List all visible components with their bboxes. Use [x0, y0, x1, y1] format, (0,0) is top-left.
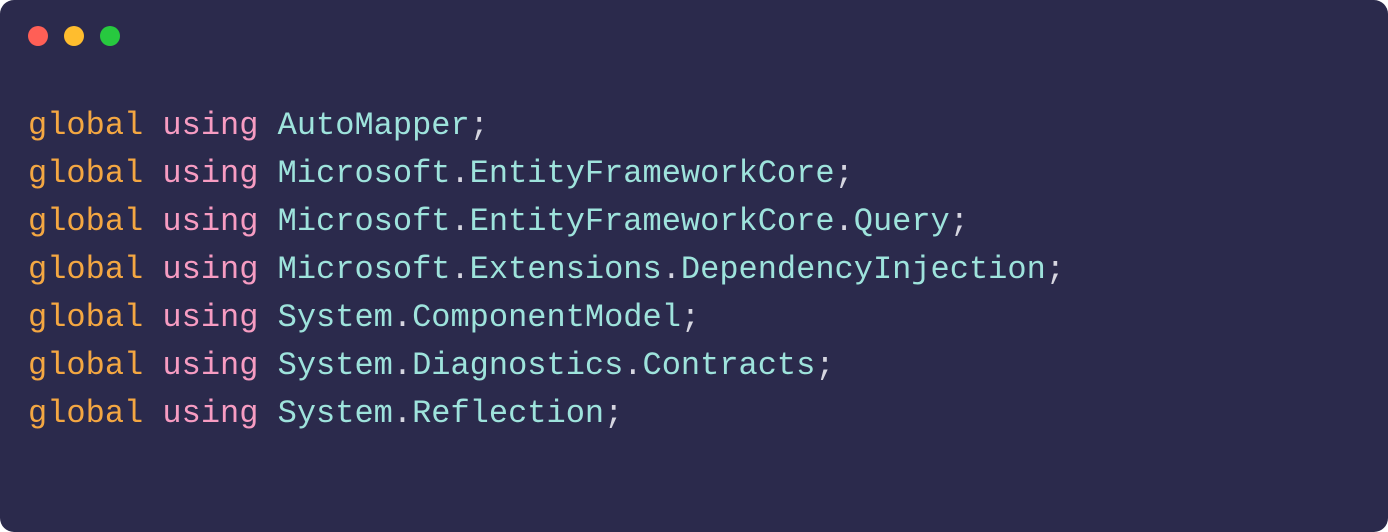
semicolon-punct: ; [950, 203, 969, 240]
code-line: global using System.Diagnostics.Contract… [28, 342, 1360, 390]
keyword-global: global [28, 107, 143, 144]
namespace-segment: ComponentModel [412, 299, 681, 336]
namespace-segment: System [278, 299, 393, 336]
code-line: global using Microsoft.EntityFrameworkCo… [28, 198, 1360, 246]
keyword-global: global [28, 395, 143, 432]
keyword-global: global [28, 203, 143, 240]
namespace-segment: Query [854, 203, 950, 240]
namespace-segment: Microsoft [278, 155, 451, 192]
close-icon[interactable] [28, 26, 48, 46]
dot-punct: . [393, 395, 412, 432]
namespace-segment: Extensions [470, 251, 662, 288]
semicolon-punct: ; [1046, 251, 1065, 288]
code-window: global using AutoMapper;global using Mic… [0, 0, 1388, 532]
maximize-icon[interactable] [100, 26, 120, 46]
keyword-using: using [162, 299, 258, 336]
code-line: global using AutoMapper; [28, 102, 1360, 150]
code-line: global using System.ComponentModel; [28, 294, 1360, 342]
namespace-segment: AutoMapper [278, 107, 470, 144]
namespace-segment: Contracts [643, 347, 816, 384]
keyword-using: using [162, 155, 258, 192]
dot-punct: . [450, 155, 469, 192]
semicolon-punct: ; [604, 395, 623, 432]
dot-punct: . [623, 347, 642, 384]
code-line: global using Microsoft.EntityFrameworkCo… [28, 150, 1360, 198]
keyword-global: global [28, 251, 143, 288]
namespace-segment: System [278, 395, 393, 432]
code-line: global using System.Reflection; [28, 390, 1360, 438]
keyword-using: using [162, 347, 258, 384]
keyword-using: using [162, 107, 258, 144]
namespace-segment: EntityFrameworkCore [470, 155, 835, 192]
keyword-global: global [28, 347, 143, 384]
namespace-segment: System [278, 347, 393, 384]
semicolon-punct: ; [681, 299, 700, 336]
minimize-icon[interactable] [64, 26, 84, 46]
code-line: global using Microsoft.Extensions.Depend… [28, 246, 1360, 294]
keyword-using: using [162, 395, 258, 432]
dot-punct: . [393, 347, 412, 384]
namespace-segment: DependencyInjection [681, 251, 1046, 288]
keyword-using: using [162, 203, 258, 240]
keyword-using: using [162, 251, 258, 288]
code-block: global using AutoMapper;global using Mic… [0, 72, 1388, 438]
titlebar [0, 0, 1388, 72]
namespace-segment: Microsoft [278, 251, 451, 288]
semicolon-punct: ; [470, 107, 489, 144]
namespace-segment: EntityFrameworkCore [470, 203, 835, 240]
keyword-global: global [28, 155, 143, 192]
dot-punct: . [835, 203, 854, 240]
semicolon-punct: ; [835, 155, 854, 192]
namespace-segment: Reflection [412, 395, 604, 432]
dot-punct: . [662, 251, 681, 288]
keyword-global: global [28, 299, 143, 336]
semicolon-punct: ; [815, 347, 834, 384]
namespace-segment: Microsoft [278, 203, 451, 240]
dot-punct: . [450, 203, 469, 240]
dot-punct: . [393, 299, 412, 336]
namespace-segment: Diagnostics [412, 347, 623, 384]
dot-punct: . [450, 251, 469, 288]
